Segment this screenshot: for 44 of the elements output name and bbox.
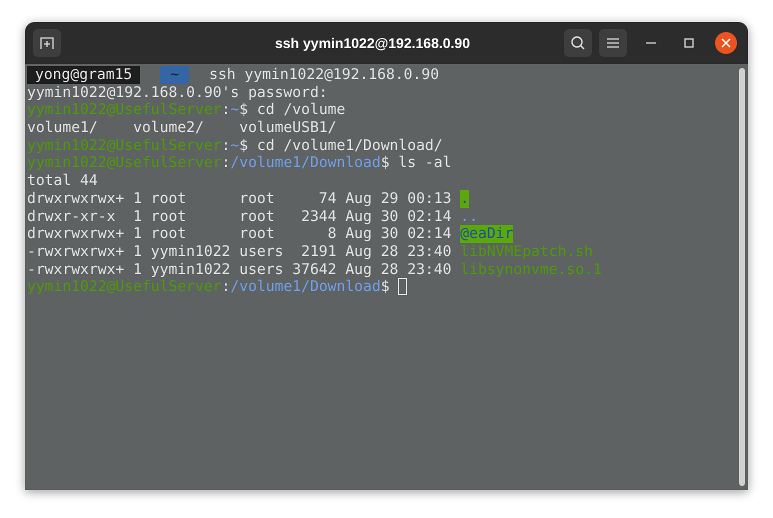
terminal-text: yymin1022@192.168.0.90's password: [27, 84, 328, 102]
terminal-text: $ cd /volume1/Download/ [239, 136, 443, 154]
maximize-icon [684, 38, 694, 48]
path-text: /volume1/Download [230, 154, 381, 172]
terminal-text: $ [380, 278, 391, 296]
window-title: ssh yymin1022@192.168.0.90 [274, 34, 471, 53]
terminal-text: drwxr-xr-x 1 root root 2344 Aug 30 02:14 [27, 208, 452, 226]
new-tab-button[interactable] [33, 29, 61, 57]
terminal-text: : [222, 136, 230, 154]
prompt-segment: yong@gram15 [27, 66, 140, 84]
close-icon [721, 38, 731, 48]
terminal-text: volume1/ volume2/ volumeUSB1/ [27, 119, 336, 137]
menu-button[interactable] [599, 29, 627, 57]
close-button[interactable] [715, 32, 737, 54]
terminal-text: -rwxrwxrwx+ 1 yymin1022 users 2191 Aug 28 23:40 [27, 242, 452, 261]
path-text: ~ [230, 136, 240, 154]
terminal-text: : [222, 101, 230, 120]
terminal-text: $ ls -al [380, 154, 452, 172]
path-text: .. [460, 208, 478, 226]
menu-icon [607, 38, 619, 48]
path-text: /volume1/Download [230, 278, 381, 296]
prompt-text: yymin1022@UsefulServer [27, 278, 222, 296]
prompt-text: yymin1022@UsefulServer [27, 101, 222, 120]
prompt-text: libNVMEpatch.sh [460, 242, 593, 261]
terminal-text: -rwxrwxrwx+ 1 yymin1022 users 37642 Aug 28 23:40 [27, 260, 452, 278]
path-text: ~ [230, 101, 240, 120]
prompt-text: libsynonvme.so.1 [460, 260, 602, 278]
minimize-icon [646, 42, 656, 44]
terminal-text: : [222, 154, 230, 172]
terminal-text: total 44 [27, 172, 98, 190]
highlighted-entry: @eaDir [460, 225, 514, 243]
terminal-text: drwxrwxrwx+ 1 root root 8 Aug 30 02:14 [27, 225, 452, 243]
terminal-text: : [222, 278, 230, 296]
search-button[interactable] [564, 29, 592, 57]
terminal-text: drwxrwxrwx+ 1 root root 74 Aug 29 00:13 [27, 190, 452, 208]
new-tab-icon [39, 36, 55, 50]
terminal-text: $ cd /volume [239, 101, 346, 120]
terminal-text: ssh yymin1022@192.168.0.90 [209, 66, 440, 84]
highlighted-entry: . [460, 190, 470, 208]
search-icon [570, 35, 586, 51]
scrollbar[interactable] [739, 68, 745, 486]
prompt-segment: ~ [160, 66, 190, 84]
prompt-text: yymin1022@UsefulServer [27, 154, 222, 172]
prompt-text: yymin1022@UsefulServer [27, 136, 222, 154]
